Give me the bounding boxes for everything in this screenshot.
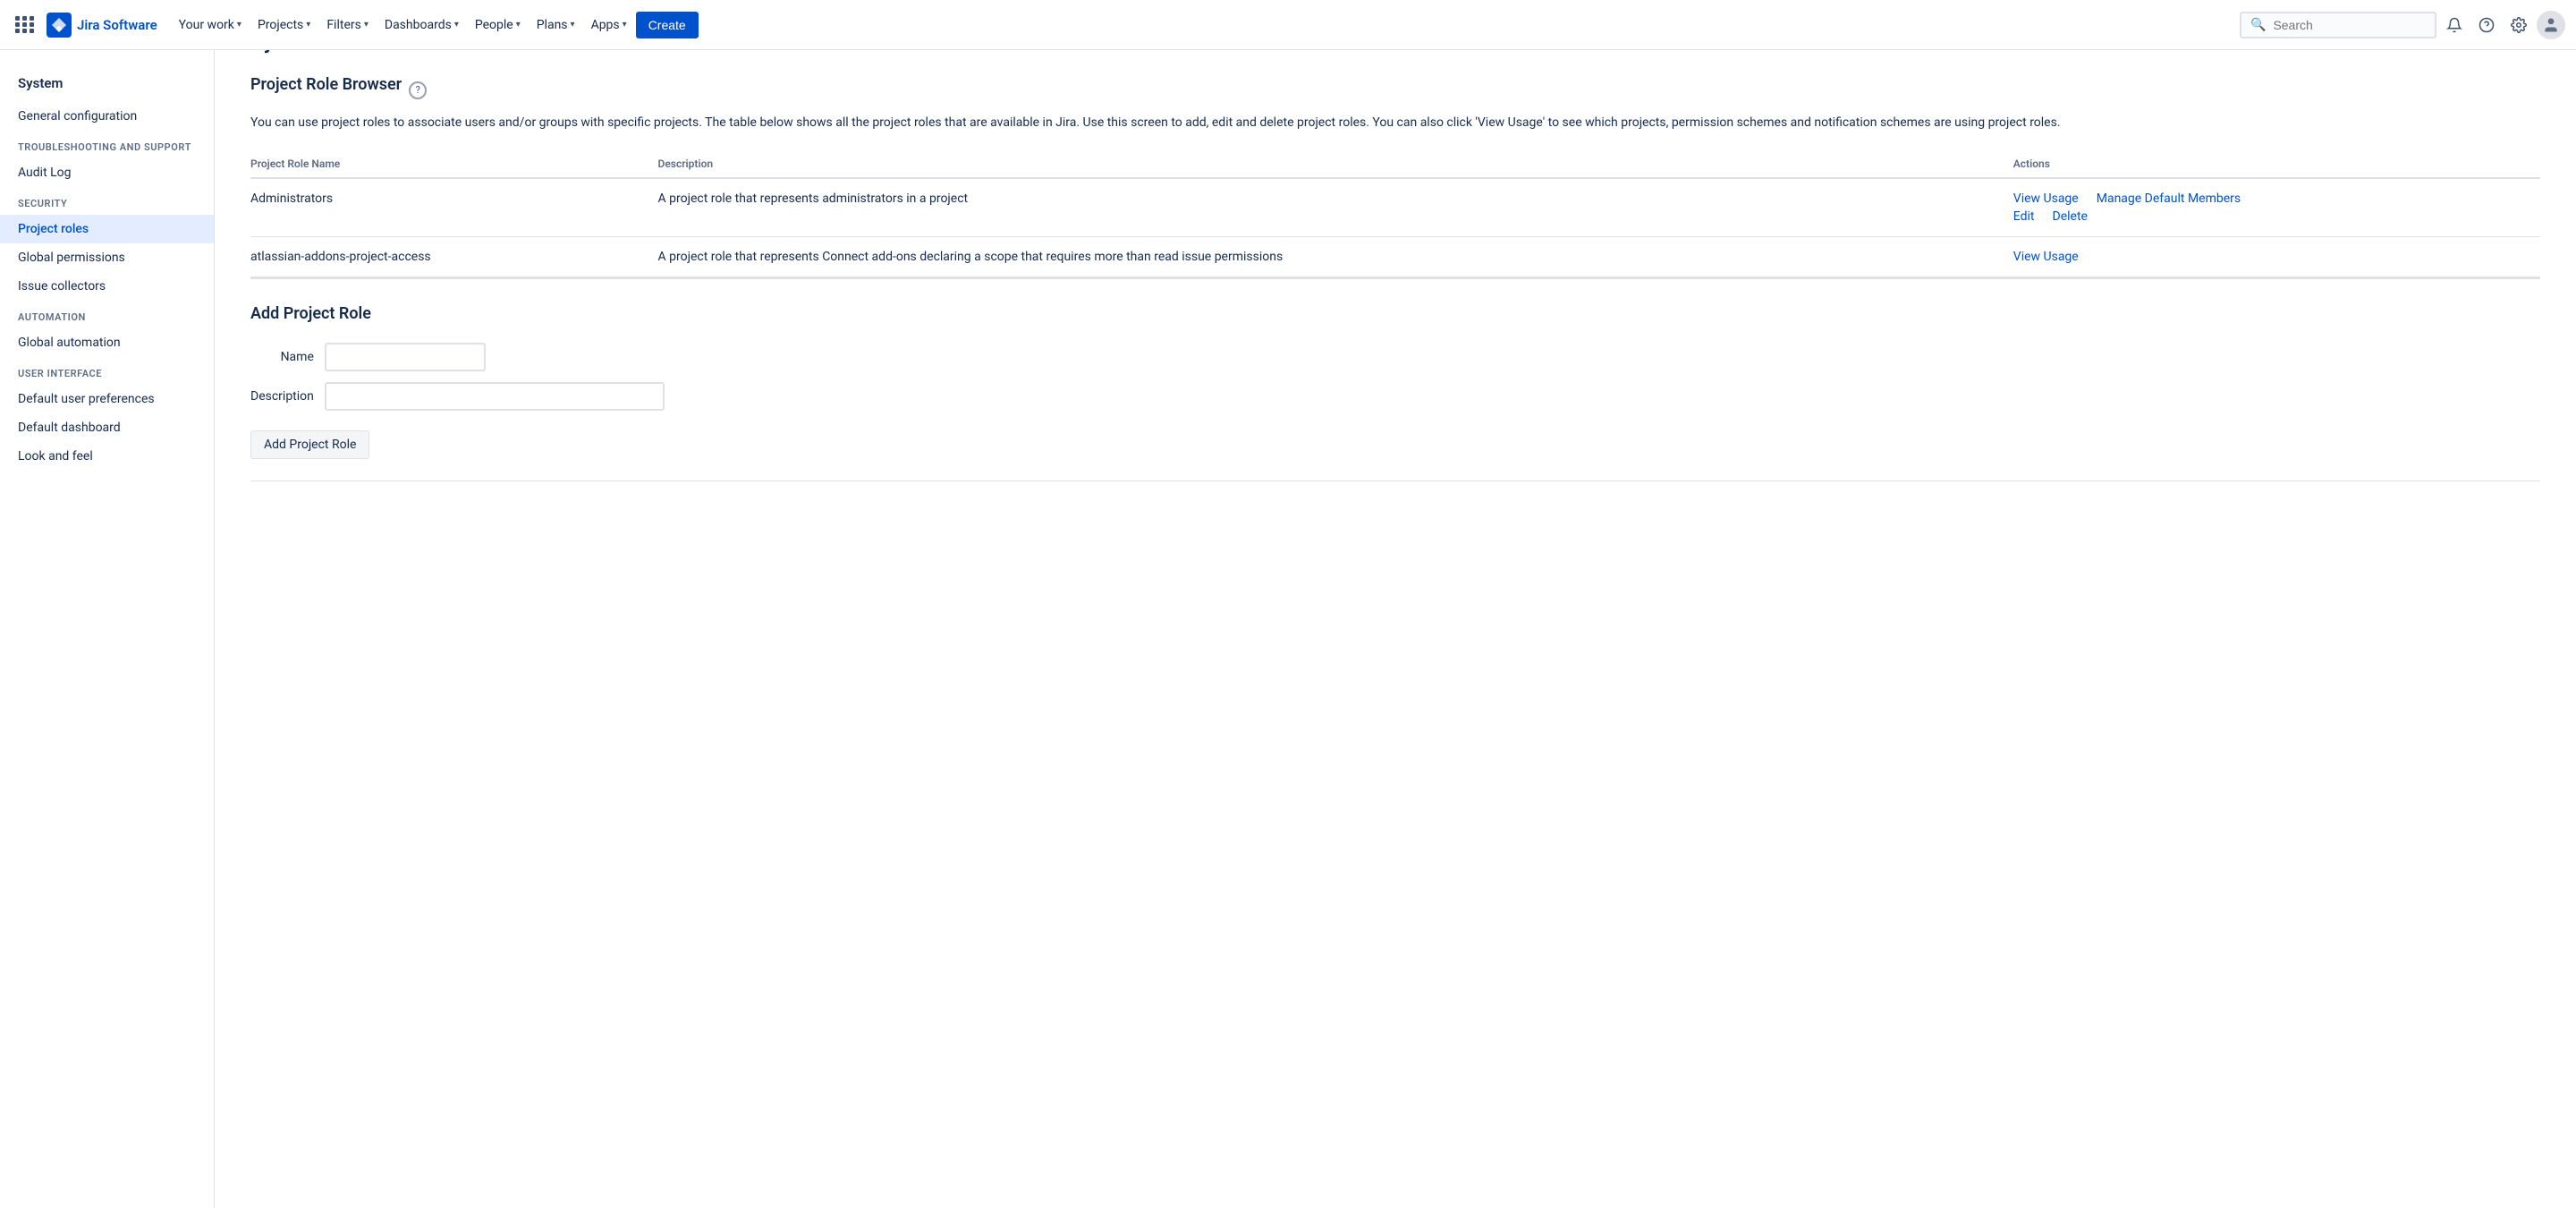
grid-menu-icon[interactable] xyxy=(11,11,39,39)
nav-projects[interactable]: Projects ▾ xyxy=(250,13,318,38)
view-usage-administrators[interactable]: View Usage xyxy=(2013,191,2079,206)
sidebar-section-automation: AUTOMATION xyxy=(0,301,214,328)
nav-filters[interactable]: Filters ▾ xyxy=(319,13,376,38)
sidebar-section-security: SECURITY xyxy=(0,187,214,215)
name-label: Name xyxy=(250,337,325,377)
project-roles-table: Project Role Name Description Actions Ad… xyxy=(250,150,2540,277)
section-description: You can use project roles to associate u… xyxy=(250,114,2540,132)
delete-administrators[interactable]: Delete xyxy=(2053,209,2088,224)
sidebar-section-user-interface: USER INTERFACE xyxy=(0,357,214,385)
name-input[interactable] xyxy=(325,343,486,371)
chevron-down-icon: ▾ xyxy=(237,20,242,30)
role-actions-addons: View Usage xyxy=(2013,237,2540,277)
nav-plans[interactable]: Plans ▾ xyxy=(530,13,582,38)
add-project-role-button[interactable]: Add Project Role xyxy=(250,430,369,459)
search-input[interactable] xyxy=(2273,18,2426,32)
chevron-down-icon: ▾ xyxy=(623,20,627,30)
search-icon: 🔍 xyxy=(2250,18,2266,32)
nav-your-work[interactable]: Your work ▾ xyxy=(172,13,249,38)
add-section-title: Add Project Role xyxy=(250,304,2540,323)
sidebar-item-general-configuration[interactable]: General configuration xyxy=(0,102,214,131)
form-actions: Add Project Role xyxy=(250,430,2540,459)
col-description: Description xyxy=(658,150,2013,178)
sidebar-title: System xyxy=(0,68,214,102)
manage-default-members-administrators[interactable]: Manage Default Members xyxy=(2097,191,2241,206)
nav-apps[interactable]: Apps ▾ xyxy=(584,13,634,38)
sidebar-item-global-permissions[interactable]: Global permissions xyxy=(0,243,214,272)
settings-button[interactable] xyxy=(2504,11,2533,39)
sidebar-section-troubleshooting: TROUBLESHOOTING AND SUPPORT xyxy=(0,131,214,158)
jira-logo[interactable]: Jira Software xyxy=(47,13,157,38)
main-content: System 🔍 Search Jira admin Project Role … xyxy=(215,0,2576,510)
col-actions: Actions xyxy=(2013,150,2540,178)
col-project-role-name: Project Role Name xyxy=(250,150,658,178)
avatar[interactable] xyxy=(2537,11,2565,39)
chevron-down-icon: ▾ xyxy=(454,20,459,30)
edit-administrators[interactable]: Edit xyxy=(2013,209,2035,224)
table-row: atlassian-addons-project-access A projec… xyxy=(250,237,2540,277)
notifications-button[interactable] xyxy=(2440,11,2469,39)
chevron-down-icon: ▾ xyxy=(306,20,310,30)
chevron-down-icon: ▾ xyxy=(364,20,369,30)
main-navigation: Your work ▾ Projects ▾ Filters ▾ Dashboa… xyxy=(172,12,2236,38)
help-icon[interactable]: ? xyxy=(409,81,427,99)
sidebar-item-global-automation[interactable]: Global automation xyxy=(0,328,214,357)
sidebar-item-project-roles[interactable]: Project roles xyxy=(0,215,214,243)
role-description-addons: A project role that represents Connect a… xyxy=(658,237,2013,277)
add-section-divider xyxy=(250,277,2540,279)
logo-text: Jira Software xyxy=(77,17,157,33)
role-name-administrators: Administrators xyxy=(250,178,658,237)
help-button[interactable] xyxy=(2472,11,2501,39)
sidebar-item-default-dashboard[interactable]: Default dashboard xyxy=(0,413,214,442)
role-description-administrators: A project role that represents administr… xyxy=(658,178,2013,237)
chevron-down-icon: ▾ xyxy=(516,20,521,30)
sidebar-item-default-user-preferences[interactable]: Default user preferences xyxy=(0,385,214,413)
search-box[interactable]: 🔍 xyxy=(2240,12,2436,38)
topnav-right: 🔍 xyxy=(2240,11,2565,39)
sidebar-item-look-and-feel[interactable]: Look and feel xyxy=(0,442,214,471)
description-input[interactable] xyxy=(325,382,665,411)
create-button[interactable]: Create xyxy=(636,12,699,38)
chevron-down-icon: ▾ xyxy=(571,20,575,30)
role-actions-administrators: View Usage Manage Default Members Edit D… xyxy=(2013,178,2540,237)
top-navigation: Jira Software Your work ▾ Projects ▾ Fil… xyxy=(0,0,2576,50)
table-row: Administrators A project role that repre… xyxy=(250,178,2540,237)
nav-people[interactable]: People ▾ xyxy=(468,13,528,38)
nav-dashboards[interactable]: Dashboards ▾ xyxy=(377,13,466,38)
add-role-form: Name Description xyxy=(250,337,675,416)
sidebar-item-audit-log[interactable]: Audit Log xyxy=(0,158,214,187)
role-name-addons: atlassian-addons-project-access xyxy=(250,237,658,277)
description-label: Description xyxy=(250,377,325,416)
view-usage-addons[interactable]: View Usage xyxy=(2013,250,2079,264)
section-title: Project Role Browser xyxy=(250,75,402,94)
sidebar-item-issue-collectors[interactable]: Issue collectors xyxy=(0,272,214,301)
sidebar: System General configuration TROUBLESHOO… xyxy=(0,50,215,1208)
